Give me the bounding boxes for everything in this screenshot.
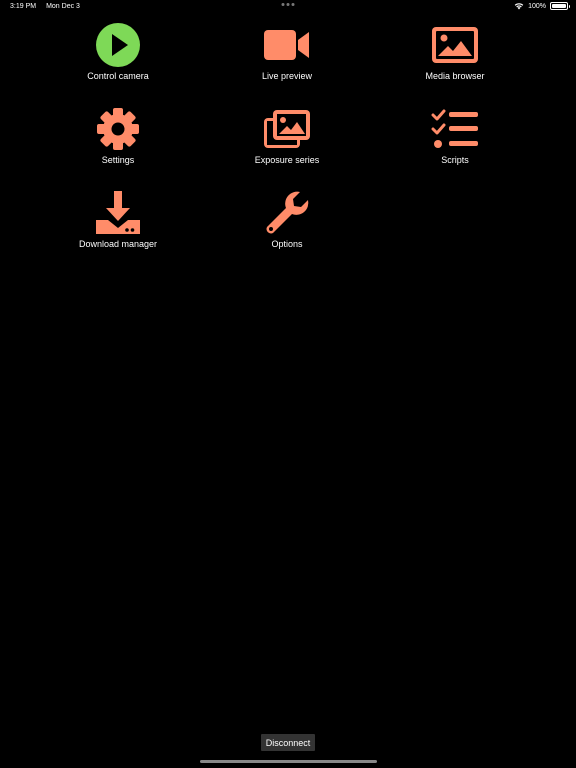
status-right: 100%: [514, 2, 570, 10]
battery-percent: 100%: [528, 2, 546, 10]
battery-fill: [552, 4, 566, 8]
menu-media-browser[interactable]: Media browser: [380, 21, 530, 91]
app-screen: 3:19 PM Mon Dec 3 100% Control camera Li…: [0, 0, 576, 768]
menu-download-manager[interactable]: Download manager: [43, 189, 193, 259]
video-camera-icon: [263, 21, 311, 69]
menu-label: Control camera: [87, 71, 149, 81]
menu-exposure-series[interactable]: Exposure series: [212, 105, 362, 175]
menu-label: Settings: [101, 155, 135, 165]
wifi-icon: [514, 3, 524, 10]
status-bar: 3:19 PM Mon Dec 3 100%: [0, 0, 576, 14]
menu-label: Options: [271, 239, 303, 249]
menu-label: Live preview: [261, 71, 313, 81]
status-left: 3:19 PM Mon Dec 3: [10, 3, 80, 10]
menu-scripts[interactable]: Scripts: [380, 105, 530, 175]
menu-label: Exposure series: [254, 155, 320, 165]
battery-icon: [550, 2, 570, 10]
checklist-icon: [431, 105, 479, 153]
gear-icon: [94, 105, 142, 153]
menu-settings[interactable]: Settings: [43, 105, 193, 175]
menu-label: Media browser: [425, 71, 485, 81]
home-indicator[interactable]: [200, 760, 377, 763]
image-icon: [431, 21, 479, 69]
menu-control-camera[interactable]: Control camera: [43, 21, 193, 91]
play-icon: [94, 21, 142, 69]
menu-label: Download manager: [78, 239, 158, 249]
status-time: 3:19 PM: [10, 3, 37, 10]
menu-label: Scripts: [441, 155, 469, 165]
menu-live-preview[interactable]: Live preview: [212, 21, 362, 91]
multitasking-dots[interactable]: [281, 3, 295, 6]
download-icon: [94, 189, 142, 237]
disconnect-button[interactable]: Disconnect: [261, 734, 315, 751]
menu-options[interactable]: Options: [212, 189, 362, 259]
images-stack-icon: [263, 105, 311, 153]
status-date: Mon Dec 3: [46, 3, 80, 10]
wrench-icon: [263, 189, 311, 237]
